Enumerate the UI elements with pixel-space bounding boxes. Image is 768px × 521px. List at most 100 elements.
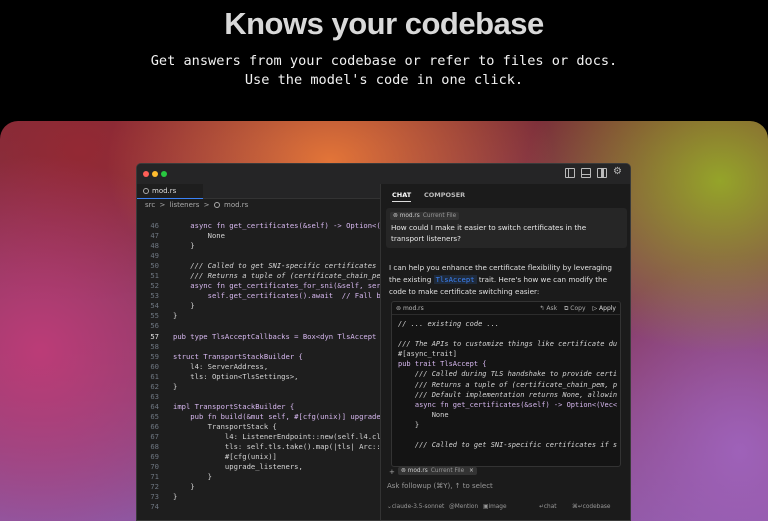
line-number: 57 (137, 332, 159, 342)
followup-composer: + ⊚ mod.rsCurrent File × Ask followup (⌘… (386, 462, 627, 516)
maximize-window-button[interactable] (161, 171, 167, 177)
response-code-block: ⊚ mod.rs ↰ Ask ⧉ Copy ▷ Apply // ... exi… (391, 301, 621, 467)
code-line: 61 tls: Option<TlsSettings>, (137, 372, 381, 382)
context-file-pill[interactable]: ⊚ mod.rsCurrent File (390, 212, 459, 220)
code-block-line: // ... existing code ... (398, 319, 617, 329)
gear-icon[interactable]: ⚙ (613, 167, 622, 178)
code-line: 57pub type TlsAcceptCallbacks = Box<dyn … (137, 332, 381, 342)
code-block-line: /// The APIs to customize things like ce… (398, 339, 617, 349)
image-button[interactable]: ▣ image (483, 504, 488, 510)
hero-title: Knows your codebase (0, 6, 768, 42)
code-line: 53 self.get_certificates().await // Fall… (137, 291, 381, 301)
followup-pill-file: mod.rs (408, 468, 428, 474)
followup-context-pill[interactable]: ⊚ mod.rsCurrent File × (398, 467, 477, 475)
line-number: 63 (137, 392, 159, 402)
close-window-button[interactable] (143, 171, 149, 177)
code-line: 47 None (137, 231, 381, 241)
code-line: 72 } (137, 482, 381, 492)
editor-tab-mod-rs[interactable]: mod.rs (137, 184, 203, 199)
code-line: 71 } (137, 472, 381, 482)
tab-composer[interactable]: COMPOSER (424, 191, 465, 199)
code-line: 73} (137, 492, 381, 502)
line-text: } (173, 482, 195, 492)
code-line: 49 (137, 251, 381, 261)
line-text: struct TransportStackBuilder { (173, 352, 303, 362)
file-icon: ⊚ (401, 468, 406, 474)
line-number: 74 (137, 502, 159, 512)
add-context-icon[interactable]: + (389, 468, 395, 476)
code-line: 74 (137, 502, 381, 512)
line-text: l4: ListenerEndpoint::new(self.l4.clone (173, 432, 381, 442)
code-line: 67 l4: ListenerEndpoint::new(self.l4.clo… (137, 432, 381, 442)
code-block-line (398, 430, 617, 440)
codebase-submit-button[interactable]: ⌘↵ codebase (572, 504, 583, 510)
rust-file-icon (214, 202, 220, 208)
sidebar-right-icon[interactable] (597, 168, 607, 178)
mention-button[interactable]: @ Mention (449, 504, 455, 510)
code-editor[interactable]: mod.rs src > listeners > mod.rs 46 async… (137, 184, 381, 521)
layout-toolbar: ⚙ (565, 168, 622, 178)
line-text: impl TransportStackBuilder { (173, 402, 294, 412)
editor-tab-label: mod.rs (152, 187, 176, 195)
editor-window: ⚙ mod.rs src > listeners > mod.rs 46 asy… (136, 163, 631, 521)
assistant-response: I can help you enhance the certificate f… (389, 262, 624, 298)
file-icon: ⊚ (393, 213, 398, 219)
followup-pill-tag: Current File (431, 468, 464, 474)
code-line: 59struct TransportStackBuilder { (137, 352, 381, 362)
mention-label: Mention (455, 504, 478, 510)
line-text: } (173, 301, 195, 311)
line-text: } (173, 492, 177, 502)
tab-chat[interactable]: CHAT (392, 191, 411, 202)
line-text: } (173, 241, 195, 251)
sidebar-left-icon[interactable] (565, 168, 575, 178)
context-file-name: mod.rs (400, 213, 420, 219)
code-line: 65 pub fn build(&mut self, #[cfg(unix)] … (137, 412, 381, 422)
title-bar: ⚙ (137, 164, 630, 184)
image-label: image (488, 504, 506, 510)
ask-button[interactable]: ↰ Ask (539, 305, 557, 313)
line-number: 46 (137, 221, 159, 231)
model-name: claude-3.5-sonnet (392, 504, 444, 510)
ask-button-label: Ask (546, 305, 557, 312)
line-number: 64 (137, 402, 159, 412)
line-text: } (173, 382, 177, 392)
line-number: 67 (137, 432, 159, 442)
line-text: None (173, 231, 225, 241)
line-number: 62 (137, 382, 159, 392)
panel-bottom-icon[interactable] (581, 168, 591, 178)
context-file-tag: Current File (423, 213, 456, 219)
remove-context-icon[interactable]: × (469, 468, 474, 474)
apply-button[interactable]: ▷ Apply (593, 305, 616, 313)
chat-tab-bar: CHAT COMPOSER (381, 184, 631, 204)
line-text: self.get_certificates().await // Fall ba… (173, 291, 381, 301)
code-line: 55} (137, 311, 381, 321)
line-text: async fn get_certificates(&self) -> Opti… (173, 221, 381, 231)
apply-button-label: Apply (599, 305, 616, 312)
code-block-line: /// Called to get SNI-specific certifica… (398, 440, 617, 450)
code-block-line (398, 329, 617, 339)
code-line: 46 async fn get_certificates(&self) -> O… (137, 221, 381, 231)
chat-submit-button[interactable]: ↵ chat (539, 504, 544, 510)
line-number: 56 (137, 321, 159, 331)
breadcrumb-file[interactable]: mod.rs (224, 201, 248, 209)
breadcrumb-src[interactable]: src (145, 201, 155, 209)
code-block-filename: mod.rs (403, 305, 424, 312)
code-block-lines: // ... existing code ... /// The APIs to … (398, 319, 617, 450)
line-number: 66 (137, 422, 159, 432)
model-selector[interactable]: ⌄ claude-3.5-sonnet (387, 504, 392, 510)
file-icon: ⊚ (396, 305, 403, 312)
line-text: } (173, 472, 212, 482)
chat-submit-label: chat (544, 504, 557, 510)
code-block-line: } (398, 420, 617, 430)
followup-input[interactable]: Ask followup (⌘Y), ↑ to select (387, 482, 493, 490)
copy-button[interactable]: ⧉ Copy (564, 305, 585, 313)
line-text: } (173, 311, 177, 321)
code-line: 51 /// Returns a tuple of (certificate_c… (137, 271, 381, 281)
code-line: 64 impl TransportStackBuilder { (137, 402, 381, 412)
minimize-window-button[interactable] (152, 171, 158, 177)
breadcrumb-listeners[interactable]: listeners (170, 201, 200, 209)
line-number: 69 (137, 452, 159, 462)
line-number: 50 (137, 261, 159, 271)
code-line: 66 TransportStack { (137, 422, 381, 432)
copy-button-label: Copy (570, 305, 585, 312)
